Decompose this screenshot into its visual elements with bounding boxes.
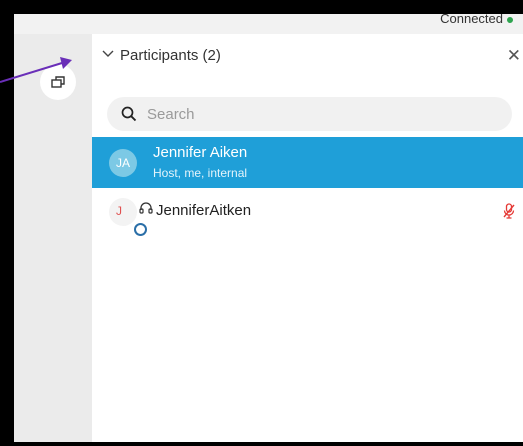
top-bar: Connected (14, 14, 523, 34)
headset-icon (139, 202, 153, 214)
search-box[interactable] (107, 97, 512, 131)
search-icon (121, 106, 137, 122)
connection-status: Connected (440, 14, 503, 26)
participant-role: Host, me, internal (153, 166, 248, 180)
search-input[interactable] (147, 104, 487, 124)
close-icon[interactable]: ✕ (507, 46, 521, 66)
participant-name: Jennifer Aiken (153, 144, 248, 161)
panel-toggle-icon (51, 76, 65, 88)
avatar: JA (109, 149, 137, 177)
avatar-initials: JA (115, 156, 130, 170)
left-rail (14, 34, 92, 442)
participant-row[interactable]: J JenniferAitken (92, 192, 523, 236)
panel-toggle-button[interactable] (40, 64, 76, 100)
muted-mic-icon[interactable] (503, 203, 515, 219)
participant-row-selected[interactable]: JA Jennifer Aiken Host, me, internal (92, 137, 523, 188)
avatar: J (109, 198, 147, 236)
presence-icon (134, 223, 147, 236)
participant-name: JenniferAitken (156, 202, 252, 219)
avatar-initials: J (116, 204, 122, 218)
panel-header: Participants (2) ✕ (92, 34, 523, 80)
panel-title: Participants (2) (120, 47, 221, 64)
participants-panel: Participants (2) ✕ JA Jennifer Aiken Hos… (92, 34, 523, 442)
meeting-window: Connected Participants (2) ✕ Search JA J… (14, 14, 523, 442)
connection-status-dot (507, 17, 513, 23)
chevron-down-icon[interactable] (102, 50, 114, 58)
